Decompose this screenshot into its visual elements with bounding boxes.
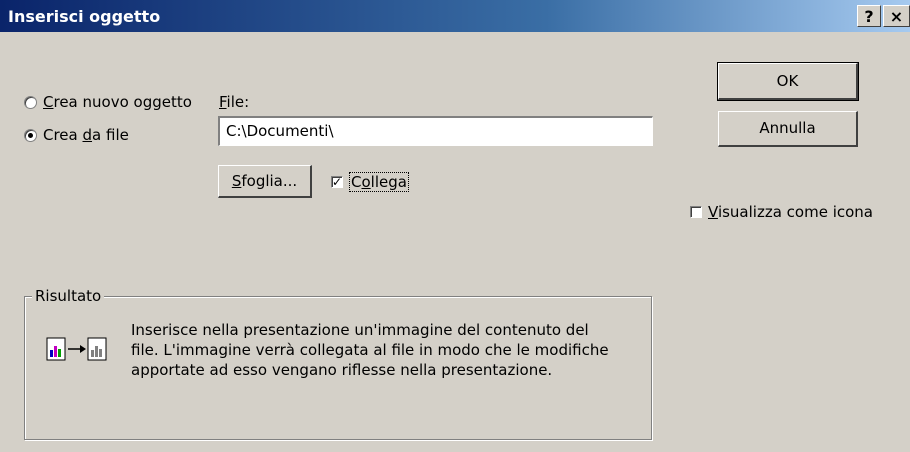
result-line: Inserisce nella presentazione un'immagin… bbox=[131, 321, 589, 339]
radio-create-from-file-label: Crea da file bbox=[43, 126, 129, 144]
result-group-legend: Risultato bbox=[32, 287, 105, 305]
ok-button[interactable]: OK bbox=[717, 62, 859, 101]
display-as-icon-label: Visualizza come icona bbox=[708, 203, 873, 221]
title-bar: Inserisci oggetto ? × bbox=[0, 0, 910, 32]
radio-create-new[interactable]: Crea nuovo oggetto bbox=[24, 92, 192, 112]
link-checkbox-box[interactable]: ✓ bbox=[331, 176, 343, 188]
display-as-icon-checkbox[interactable]: Visualizza come icona bbox=[690, 203, 873, 221]
link-checkbox[interactable]: ✓ Collega bbox=[331, 172, 409, 192]
result-line: file. L'immagine verrà collegata al file… bbox=[131, 341, 609, 359]
radio-create-from-file-indicator[interactable] bbox=[24, 128, 37, 142]
result-description: Inserisce nella presentazione un'immagin… bbox=[131, 320, 631, 380]
file-path-input[interactable]: C:\Documenti\ bbox=[218, 116, 653, 146]
browse-button[interactable]: Sfoglia... bbox=[218, 165, 312, 198]
dialog-title: Inserisci oggetto bbox=[8, 7, 161, 26]
radio-create-new-label: Crea nuovo oggetto bbox=[43, 93, 192, 111]
link-checkbox-label: Collega bbox=[349, 172, 409, 192]
cancel-button[interactable]: Annulla bbox=[718, 111, 858, 147]
close-button[interactable]: × bbox=[883, 5, 910, 27]
file-label: File: bbox=[219, 93, 250, 111]
radio-create-from-file[interactable]: Crea da file bbox=[24, 125, 129, 145]
result-line: apportate ad esso vengano riflesse nella… bbox=[131, 361, 553, 379]
help-button[interactable]: ? bbox=[857, 5, 881, 27]
radio-create-new-indicator[interactable] bbox=[24, 95, 37, 109]
display-as-icon-checkbox-box[interactable] bbox=[690, 206, 702, 218]
linked-picture-icon bbox=[46, 336, 108, 366]
